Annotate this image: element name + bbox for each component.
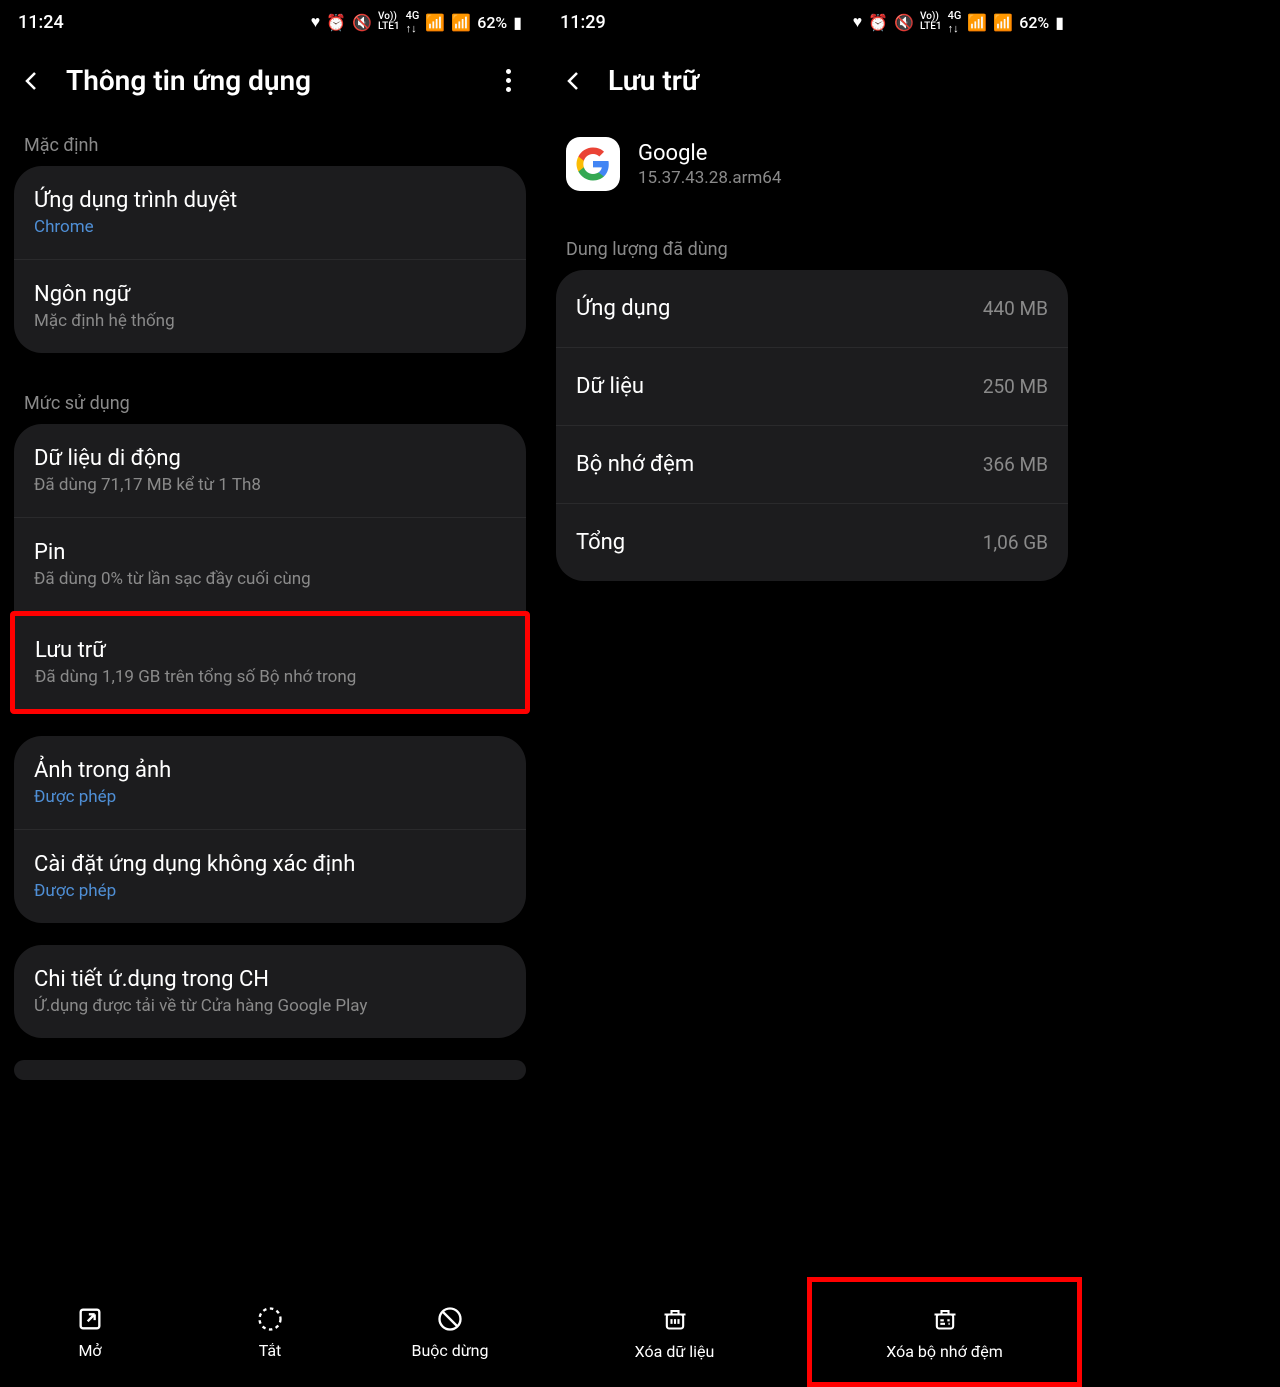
item-store-details[interactable]: Chi tiết ứ.dụng trong CH Ứ.dụng được tải… <box>14 945 526 1038</box>
signal-icon: 📶 <box>425 13 445 32</box>
disable-icon <box>256 1305 284 1333</box>
phone-storage: 11:29 ♥ ⏰ 🔇 Vo))LTE1 4G↑↓ 📶 📶 62% ▮ Lưu … <box>542 0 1082 1387</box>
heart-icon: ♥ <box>311 12 321 32</box>
alarm-icon: ⏰ <box>868 13 888 32</box>
row-app: Ứng dụng 440 MB <box>556 270 1068 347</box>
open-icon <box>76 1305 104 1333</box>
mute-icon: 🔇 <box>894 13 914 32</box>
mute-icon: 🔇 <box>352 13 372 32</box>
app-info: Google 15.37.43.28.arm64 <box>638 141 781 188</box>
google-app-icon <box>566 137 620 191</box>
item-unknown-apps[interactable]: Cài đặt ứng dụng không xác định Được phé… <box>14 829 526 923</box>
alarm-icon: ⏰ <box>326 13 346 32</box>
card-peek <box>14 1060 526 1080</box>
network-icon: 4G↑↓ <box>406 9 420 35</box>
heart-icon: ♥ <box>853 12 863 32</box>
card-permissions: Ảnh trong ảnh Được phép Cài đặt ứng dụng… <box>14 736 526 923</box>
card-store-details: Chi tiết ứ.dụng trong CH Ứ.dụng được tải… <box>14 945 526 1038</box>
trash-cache-icon <box>931 1304 959 1332</box>
row-data: Dữ liệu 250 MB <box>556 347 1068 425</box>
item-browser-app[interactable]: Ứng dụng trình duyệt Chrome <box>14 166 526 259</box>
clear-data-button[interactable]: Xóa dữ liệu <box>542 1277 807 1387</box>
battery-icon: ▮ <box>513 13 522 32</box>
status-bar: 11:24 ♥ ⏰ 🔇 Vo))LTE1 4G↑↓ 📶 📶 62% ▮ <box>0 0 540 44</box>
network-icon: 4G↑↓ <box>948 9 962 35</box>
app-name: Google <box>638 141 781 166</box>
bottom-bar: Xóa dữ liệu Xóa bộ nhớ đệm <box>542 1277 1082 1387</box>
signal-icon-2: 📶 <box>451 13 471 32</box>
phone-app-info: 11:24 ♥ ⏰ 🔇 Vo))LTE1 4G↑↓ 📶 📶 62% ▮ Thôn… <box>0 0 540 1387</box>
usage-label: Dung lượng đã dùng <box>542 221 1082 270</box>
section-usage-label: Mức sử dụng <box>0 375 540 424</box>
app-version: 15.37.43.28.arm64 <box>638 168 781 188</box>
header: Thông tin ứng dụng <box>0 44 540 117</box>
clear-cache-button[interactable]: Xóa bộ nhớ đệm <box>807 1277 1082 1387</box>
battery-text: 62% <box>477 13 507 32</box>
item-pip[interactable]: Ảnh trong ảnh Được phép <box>14 736 526 829</box>
status-bar: 11:29 ♥ ⏰ 🔇 Vo))LTE1 4G↑↓ 📶 📶 62% ▮ <box>542 0 1082 44</box>
section-default-label: Mặc định <box>0 117 540 166</box>
card-storage-usage: Ứng dụng 440 MB Dữ liệu 250 MB Bộ nhớ đệ… <box>556 270 1068 581</box>
status-time: 11:24 <box>18 12 64 33</box>
status-right: ♥ ⏰ 🔇 Vo))LTE1 4G↑↓ 📶 📶 62% ▮ <box>311 9 522 35</box>
row-total: Tổng 1,06 GB <box>556 503 1068 581</box>
page-title: Thông tin ứng dụng <box>66 64 474 97</box>
force-stop-button[interactable]: Buộc dừng <box>360 1305 540 1360</box>
item-language[interactable]: Ngôn ngữ Mặc định hệ thống <box>14 259 526 353</box>
item-battery[interactable]: Pin Đã dùng 0% từ lần sạc đầy cuối cùng <box>14 517 526 611</box>
row-cache: Bộ nhớ đệm 366 MB <box>556 425 1068 503</box>
battery-icon: ▮ <box>1055 13 1064 32</box>
disable-button[interactable]: Tắt <box>180 1305 360 1360</box>
signal-icon: 📶 <box>967 13 987 32</box>
item-mobile-data[interactable]: Dữ liệu di động Đã dùng 71,17 MB kể từ 1… <box>14 424 526 517</box>
battery-text: 62% <box>1019 13 1049 32</box>
back-icon[interactable] <box>562 69 586 93</box>
status-right: ♥ ⏰ 🔇 Vo))LTE1 4G↑↓ 📶 📶 62% ▮ <box>853 9 1064 35</box>
more-icon[interactable] <box>496 69 520 93</box>
trash-data-icon <box>661 1304 689 1332</box>
lte-icon: Vo))LTE1 <box>920 12 942 32</box>
stop-icon <box>436 1305 464 1333</box>
card-default: Ứng dụng trình duyệt Chrome Ngôn ngữ Mặc… <box>14 166 526 353</box>
back-icon[interactable] <box>20 69 44 93</box>
highlight-storage: Lưu trữ Đã dùng 1,19 GB trên tổng số Bộ … <box>10 611 530 714</box>
card-usage: Dữ liệu di động Đã dùng 71,17 MB kể từ 1… <box>14 424 526 611</box>
lte-icon: Vo))LTE1 <box>378 12 400 32</box>
status-time: 11:29 <box>560 12 606 33</box>
page-title: Lưu trữ <box>608 64 1062 97</box>
header: Lưu trữ <box>542 44 1082 117</box>
signal-icon-2: 📶 <box>993 13 1013 32</box>
item-storage[interactable]: Lưu trữ Đã dùng 1,19 GB trên tổng số Bộ … <box>15 616 525 709</box>
app-header: Google 15.37.43.28.arm64 <box>542 117 1082 221</box>
open-button[interactable]: Mở <box>0 1305 180 1360</box>
bottom-bar: Mở Tắt Buộc dừng <box>0 1277 540 1387</box>
